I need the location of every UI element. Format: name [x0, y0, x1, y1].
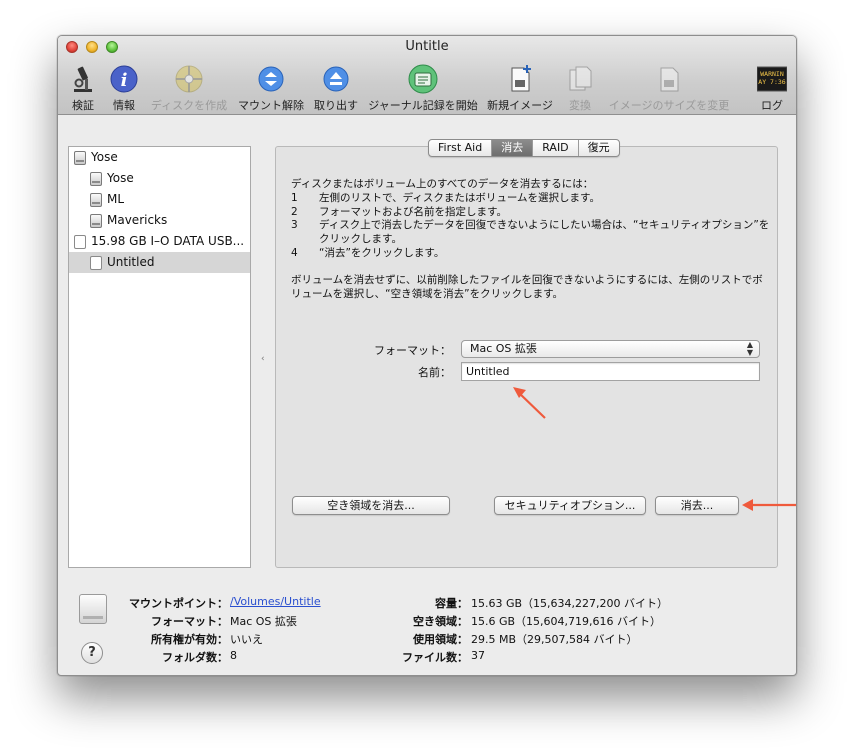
- instruction-step: 3 ディスク上で消去したデータを回復できないようにしたい場合は、“セキュリティオ…: [291, 219, 770, 246]
- info-button[interactable]: i 情報: [106, 64, 142, 112]
- volume-drive-icon: [79, 594, 107, 624]
- eject-button[interactable]: 取り出す: [312, 64, 360, 112]
- list-item-volume-untitled[interactable]: Untitled: [69, 252, 250, 273]
- format-label: フォーマット：: [374, 344, 451, 357]
- list-item-disk-yose[interactable]: Yose: [69, 147, 250, 168]
- disk-utility-window: Untitle 検証 i 情報 ディスクを作成 マウント解除 取り出す ジャーナ…: [57, 35, 797, 676]
- security-options-button[interactable]: セキュリティオプション...: [494, 496, 646, 515]
- list-item-volume-mavericks[interactable]: Mavericks: [69, 210, 250, 231]
- usb-drive-icon: [74, 235, 86, 249]
- list-item-usb-disk[interactable]: 15.98 GB I–O DATA USB...: [69, 231, 250, 252]
- select-arrows-icon: ▲ ▼: [746, 340, 753, 357]
- info-icon: i: [110, 65, 138, 93]
- svg-text:i: i: [121, 70, 128, 91]
- instructions-intro: ディスクまたはボリューム上のすべてのデータを消去するには：: [291, 178, 594, 190]
- format-select[interactable]: Mac OS 拡張 ▲ ▼: [461, 340, 760, 358]
- erase-free-space-button[interactable]: 空き領域を消去...: [292, 496, 450, 515]
- instruction-step: 4 “消去”をクリックします。: [291, 246, 445, 259]
- available-value: 15.6 GB（15,604,719,616 バイト）: [471, 615, 662, 628]
- volume-icon: [90, 172, 102, 186]
- instruction-step: 1 左側のリストで、ディスクまたはボリュームを選択します。: [291, 191, 600, 204]
- log-console-icon: WARNIN AY 7:36: [757, 66, 787, 92]
- unmount-button[interactable]: マウント解除: [236, 64, 306, 112]
- split-view-handle[interactable]: ‹: [261, 354, 265, 364]
- toolbar: Untitle 検証 i 情報 ディスクを作成 マウント解除 取り出す ジャーナ…: [58, 36, 796, 115]
- format-info-value: Mac OS 拡張: [230, 615, 297, 628]
- help-button[interactable]: ?: [81, 642, 103, 664]
- svg-text:AY 7:36: AY 7:36: [758, 78, 785, 86]
- tab-bar: First Aid 消去 RAID 復元: [428, 139, 620, 157]
- erase-button[interactable]: 消去...: [655, 496, 739, 515]
- tab-erase[interactable]: 消去: [491, 140, 533, 156]
- new-image-icon: [511, 65, 531, 92]
- tab-restore[interactable]: 復元: [577, 140, 619, 156]
- tab-raid[interactable]: RAID: [532, 140, 577, 156]
- verify-button[interactable]: 検証: [66, 64, 100, 112]
- name-field[interactable]: Untitled: [461, 362, 760, 381]
- available-label: 空き領域：: [413, 615, 468, 628]
- mount-point-link[interactable]: /Volumes/Untitle: [230, 595, 321, 608]
- svg-text:WARNIN: WARNIN: [760, 70, 784, 78]
- resize-image-button[interactable]: イメージのサイズを変更: [606, 64, 732, 112]
- name-label: 名前：: [418, 366, 451, 379]
- instructions-free-space: ボリュームを消去せずに、以前削除したファイルを回復できないようにするには、左側の…: [291, 273, 763, 300]
- owners-value: いいえ: [230, 633, 263, 646]
- files-value: 37: [471, 649, 485, 662]
- journal-disk-icon: [408, 64, 438, 94]
- volume-icon: [90, 214, 102, 228]
- format-value: Mac OS 拡張: [470, 342, 537, 355]
- new-image-button[interactable]: 新規イメージ: [486, 64, 554, 112]
- format-info-label: フォーマット：: [151, 615, 228, 628]
- journal-button[interactable]: ジャーナル記録を開始: [366, 64, 480, 112]
- hard-disk-icon: [74, 151, 86, 165]
- volume-icon: [90, 193, 102, 207]
- list-item-volume-yose[interactable]: Yose: [69, 168, 250, 189]
- resize-image-icon: [660, 67, 679, 92]
- unmount-icon: [258, 66, 284, 92]
- eject-icon: [323, 66, 349, 92]
- microscope-icon: [74, 66, 92, 92]
- burn-button[interactable]: ディスクを作成: [148, 64, 230, 112]
- folders-value: 8: [230, 649, 237, 662]
- instruction-step: 2 フォーマットおよび名前を指定します。: [291, 205, 507, 218]
- capacity-label: 容量：: [435, 597, 468, 610]
- tab-first-aid[interactable]: First Aid: [429, 140, 491, 156]
- convert-icon: [569, 66, 592, 91]
- log-button[interactable]: WARNIN AY 7:36 ログ: [752, 64, 792, 112]
- window-title: Untitle: [405, 39, 449, 54]
- volume-icon: [90, 256, 102, 270]
- used-value: 29.5 MB（29,507,584 バイト）: [471, 633, 638, 646]
- folders-label: フォルダ数：: [162, 651, 228, 664]
- mount-point-label: マウントポイント：: [129, 597, 228, 610]
- files-label: ファイル数：: [402, 651, 468, 664]
- used-label: 使用領域：: [413, 633, 468, 646]
- list-item-volume-ml[interactable]: ML: [69, 189, 250, 210]
- capacity-value: 15.63 GB（15,634,227,200 バイト）: [471, 597, 669, 610]
- burn-disc-icon: [175, 65, 203, 93]
- erase-instructions: ディスクまたはボリューム上のすべてのデータを消去するには： 1 左側のリストで、…: [291, 178, 771, 301]
- convert-button[interactable]: 変換: [562, 64, 598, 112]
- owners-label: 所有権が有効：: [151, 633, 228, 646]
- disk-list: Yose Yose ML Mavericks 15.98 GB I–O DATA…: [68, 146, 251, 568]
